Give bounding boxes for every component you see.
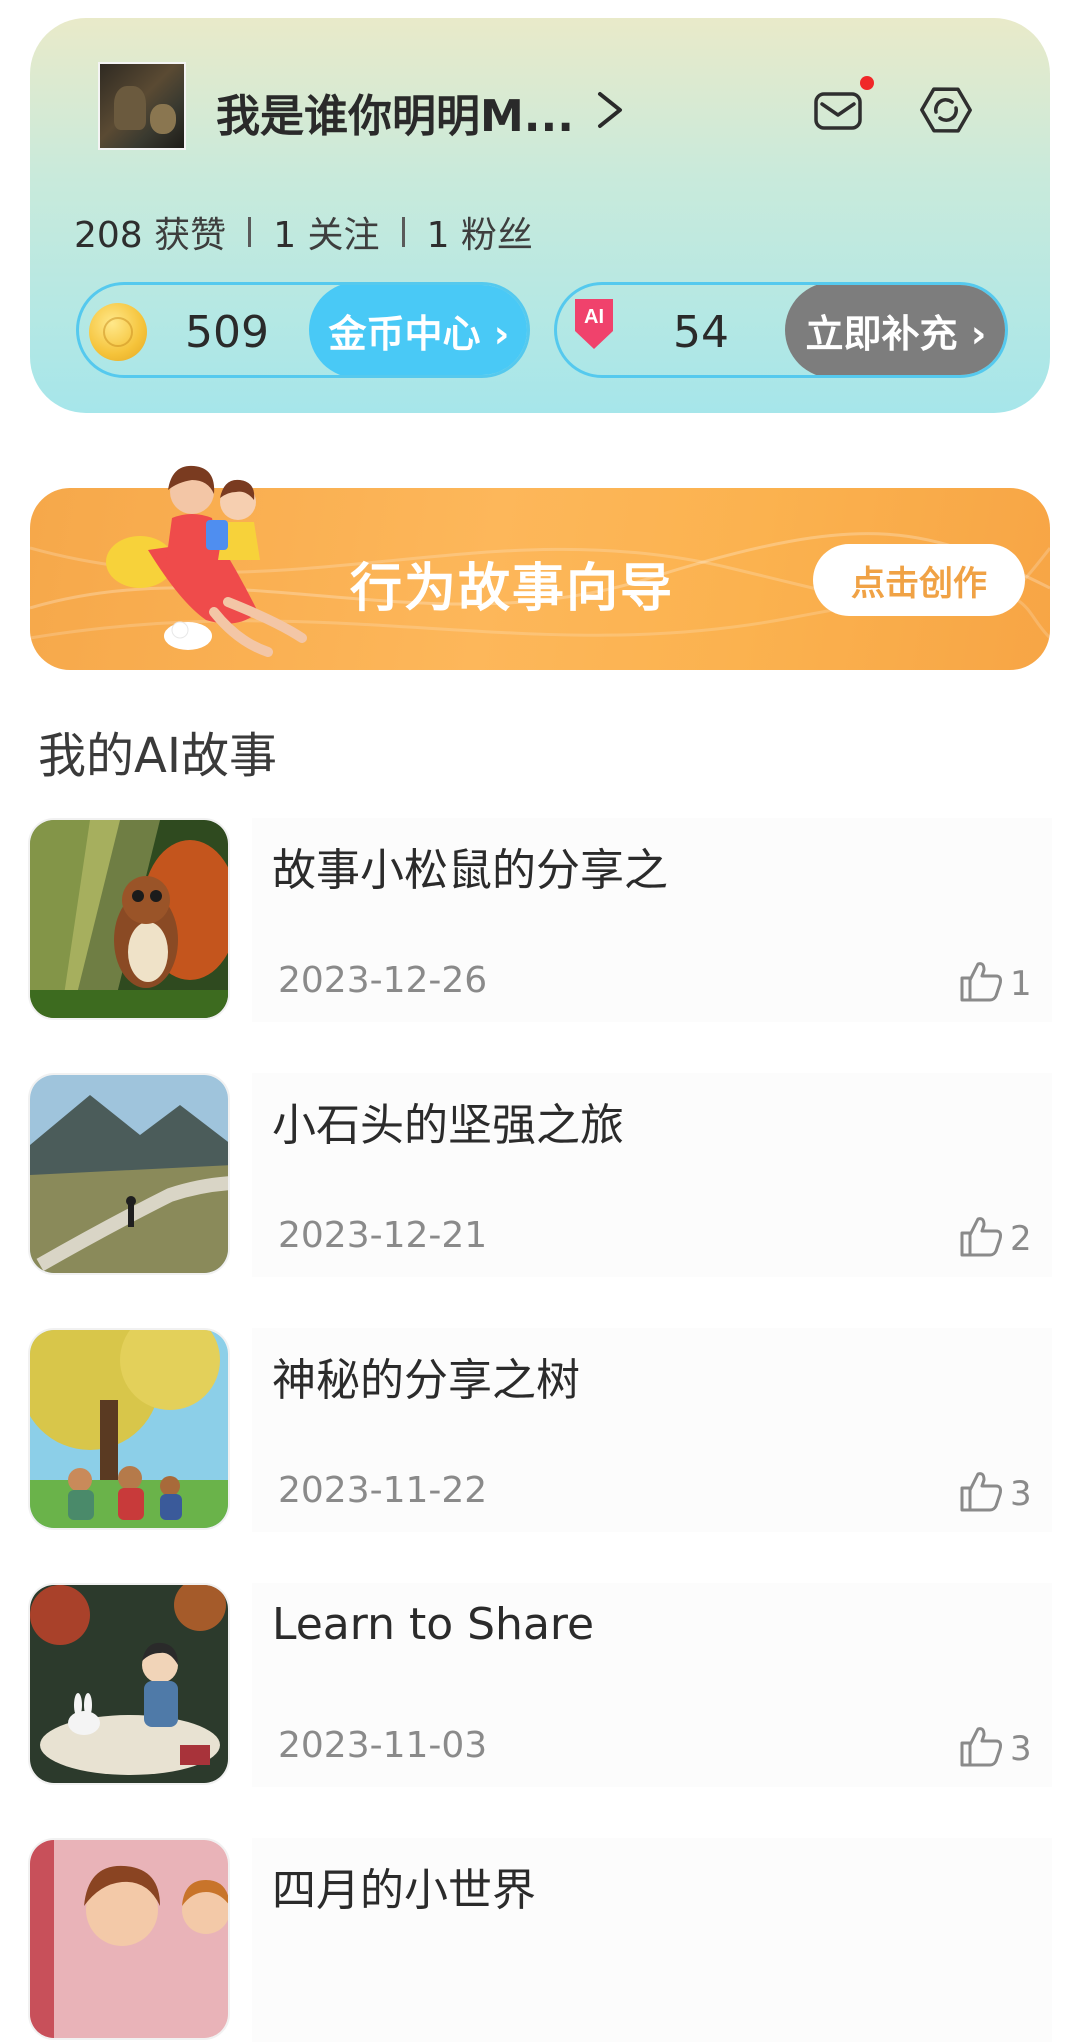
list-item[interactable]: 神秘的分享之树 2023-11-22 3 — [28, 1328, 1052, 1532]
recharge-button[interactable]: 立即补充 › — [785, 285, 1005, 375]
svg-text:AI: AI — [584, 306, 604, 328]
story-date: 2023-11-03 — [278, 1725, 488, 1766]
story-thumbnail[interactable] — [28, 1838, 230, 2040]
like-count: 3 — [1010, 1729, 1032, 1769]
story-title: 神秘的分享之树 — [272, 1355, 580, 1406]
like-count: 3 — [1010, 1474, 1032, 1514]
divider — [248, 217, 252, 247]
story-date: 2023-11-22 — [278, 1470, 488, 1511]
stat-following[interactable]: 1 关注 — [273, 206, 379, 258]
list-item[interactable]: 小石头的坚强之旅 2023-12-21 2 — [28, 1073, 1052, 1277]
avatar[interactable] — [98, 62, 186, 150]
coin-icon — [89, 303, 147, 361]
story-title: 四月的小世界 — [272, 1865, 536, 1916]
story-thumbnail[interactable] — [28, 1328, 230, 1530]
story-guide-banner[interactable]: 行为故事向导 点击创作 — [30, 465, 1050, 670]
banner-title: 行为故事向导 — [350, 559, 675, 619]
list-item[interactable]: Learn to Share 2023-11-03 3 — [28, 1583, 1052, 1787]
ai-points-wallet: AI 54 立即补充 › — [554, 282, 1008, 378]
username[interactable]: 我是谁你明明M... — [216, 80, 574, 144]
mail-icon[interactable] — [812, 84, 864, 136]
story-date: 2023-12-21 — [278, 1215, 488, 1256]
ai-badge-icon: AI — [575, 299, 613, 349]
thumbs-up-icon[interactable] — [956, 956, 1006, 1006]
story-thumbnail[interactable] — [28, 818, 230, 1020]
thumbs-up-icon[interactable] — [956, 1211, 1006, 1261]
notification-dot — [860, 76, 874, 90]
ai-points-balance: 54 — [673, 307, 729, 358]
settings-icon[interactable] — [918, 82, 974, 138]
profile-stats: 208 获赞 1 关注 1 粉丝 — [74, 206, 533, 258]
coin-center-button[interactable]: 金币中心 › — [309, 285, 527, 375]
profile-card: 我是谁你明明M... 208 获赞 1 关注 1 粉丝 509 金币中心 › A… — [30, 18, 1050, 413]
thumbs-up-icon[interactable] — [956, 1466, 1006, 1516]
section-title: 我的AI故事 — [38, 728, 277, 784]
like-count: 2 — [1010, 1219, 1032, 1259]
story-thumbnail[interactable] — [28, 1073, 230, 1275]
list-item[interactable]: 故事小松鼠的分享之 2023-12-26 1 — [28, 818, 1052, 1022]
story-date: 2023-12-26 — [278, 960, 488, 1001]
story-title: Learn to Share — [272, 1599, 595, 1650]
story-title: 故事小松鼠的分享之 — [272, 845, 668, 896]
chevron-right-icon[interactable] — [590, 88, 630, 132]
coin-balance: 509 — [185, 307, 269, 358]
thumbs-up-icon[interactable] — [956, 1721, 1006, 1771]
story-thumbnail[interactable] — [28, 1583, 230, 1785]
coin-wallet: 509 金币中心 › — [76, 282, 530, 378]
stat-followers[interactable]: 1 粉丝 — [427, 206, 533, 258]
create-button[interactable]: 点击创作 — [813, 544, 1025, 616]
stat-likes[interactable]: 208 获赞 — [74, 206, 226, 258]
story-title: 小石头的坚强之旅 — [272, 1100, 624, 1151]
list-item[interactable]: 四月的小世界 — [28, 1838, 1052, 2042]
mother-daughter-illustration — [106, 465, 307, 657]
like-count: 1 — [1010, 964, 1032, 1004]
divider — [401, 217, 405, 247]
